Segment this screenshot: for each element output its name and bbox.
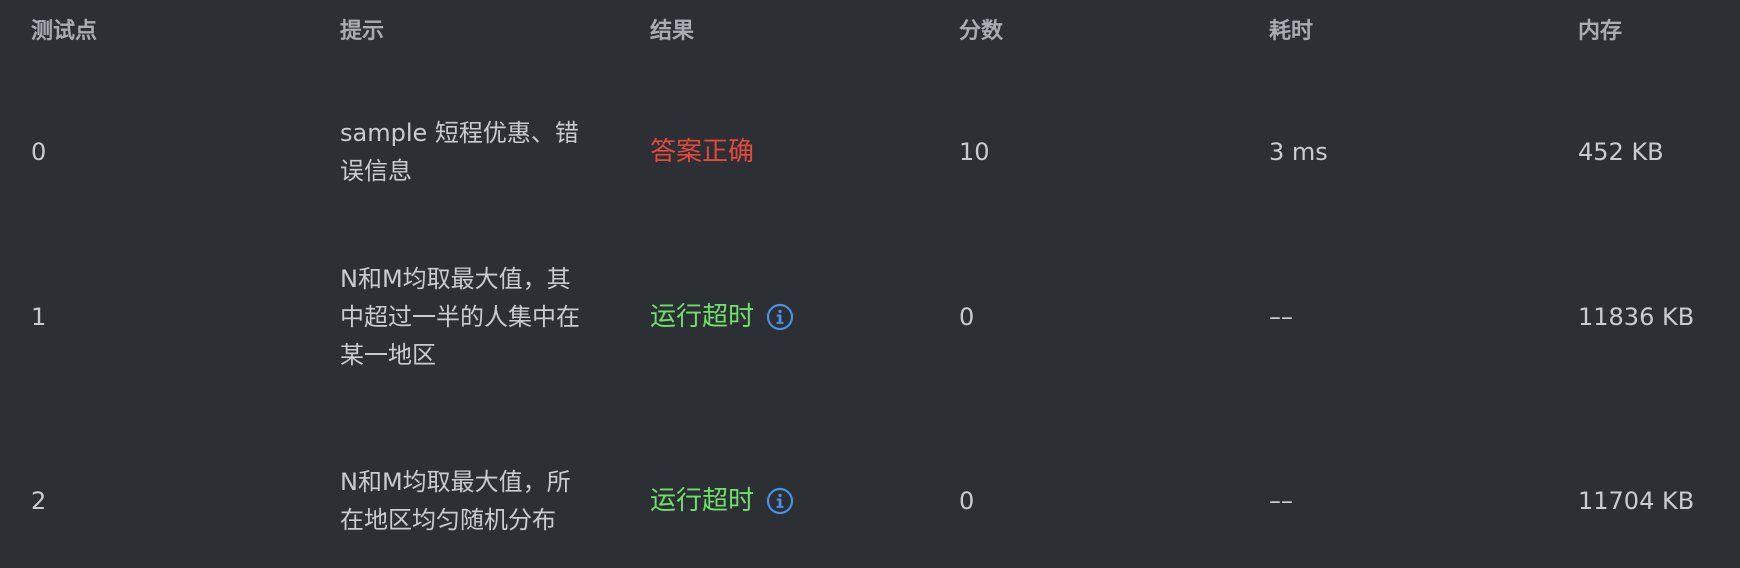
info-icon[interactable] (766, 303, 794, 331)
hint-cell: N和M均取最大值，其中超过一半的人集中在某一地区 (340, 252, 600, 382)
time-value: 3 ms (1269, 138, 1328, 166)
hint-text: N和M均取最大值，所在地区均匀随机分布 (340, 468, 571, 534)
memory-value: 11704 KB (1578, 487, 1695, 515)
case-number: 2 (31, 487, 47, 515)
result-cell: 运行超时 (650, 252, 930, 382)
table-header-row: 测试点 提示 结果 分数 耗时 内存 (0, 0, 1740, 64)
status-wrap: 运行超时 (650, 482, 794, 520)
hint-text: N和M均取最大值，其中超过一半的人集中在某一地区 (340, 265, 580, 369)
status-badge: 运行超时 (650, 302, 755, 332)
status-badge: 运行超时 (650, 486, 755, 516)
hint-cell: sample 短程优惠、错误信息 (340, 96, 600, 208)
case-number: 1 (31, 303, 47, 331)
time-value: –– (1269, 487, 1293, 515)
status-badge: 答案正确 (650, 137, 755, 167)
status-wrap: 运行超时 (650, 298, 794, 336)
score-value: 0 (959, 487, 975, 515)
test-results-table: 测试点 提示 结果 分数 耗时 内存 0 sample 短程优惠、错误信息 答案… (0, 0, 1740, 568)
time-value: –– (1269, 303, 1293, 331)
memory-value: 452 KB (1578, 138, 1664, 166)
header-score: 分数 (959, 19, 1004, 44)
header-case: 测试点 (31, 19, 98, 44)
table-row: 1 N和M均取最大值，其中超过一半的人集中在某一地区 运行超时 0 –– 118… (0, 252, 1740, 382)
table-row: 0 sample 短程优惠、错误信息 答案正确 10 3 ms 452 KB (0, 96, 1740, 208)
hint-cell: N和M均取最大值，所在地区均匀随机分布 (340, 436, 600, 566)
case-number: 0 (31, 138, 47, 166)
result-cell: 运行超时 (650, 436, 930, 566)
result-cell: 答案正确 (650, 96, 930, 208)
header-result: 结果 (650, 19, 695, 44)
info-icon[interactable] (766, 487, 794, 515)
header-memory: 内存 (1578, 19, 1623, 44)
score-value: 0 (959, 303, 975, 331)
score-value: 10 (959, 138, 990, 166)
hint-text: sample 短程优惠、错误信息 (340, 119, 579, 185)
memory-value: 11836 KB (1578, 303, 1695, 331)
header-hint: 提示 (340, 19, 385, 44)
table-row: 2 N和M均取最大值，所在地区均匀随机分布 运行超时 0 –– 11704 KB (0, 436, 1740, 566)
header-time: 耗时 (1269, 19, 1314, 44)
